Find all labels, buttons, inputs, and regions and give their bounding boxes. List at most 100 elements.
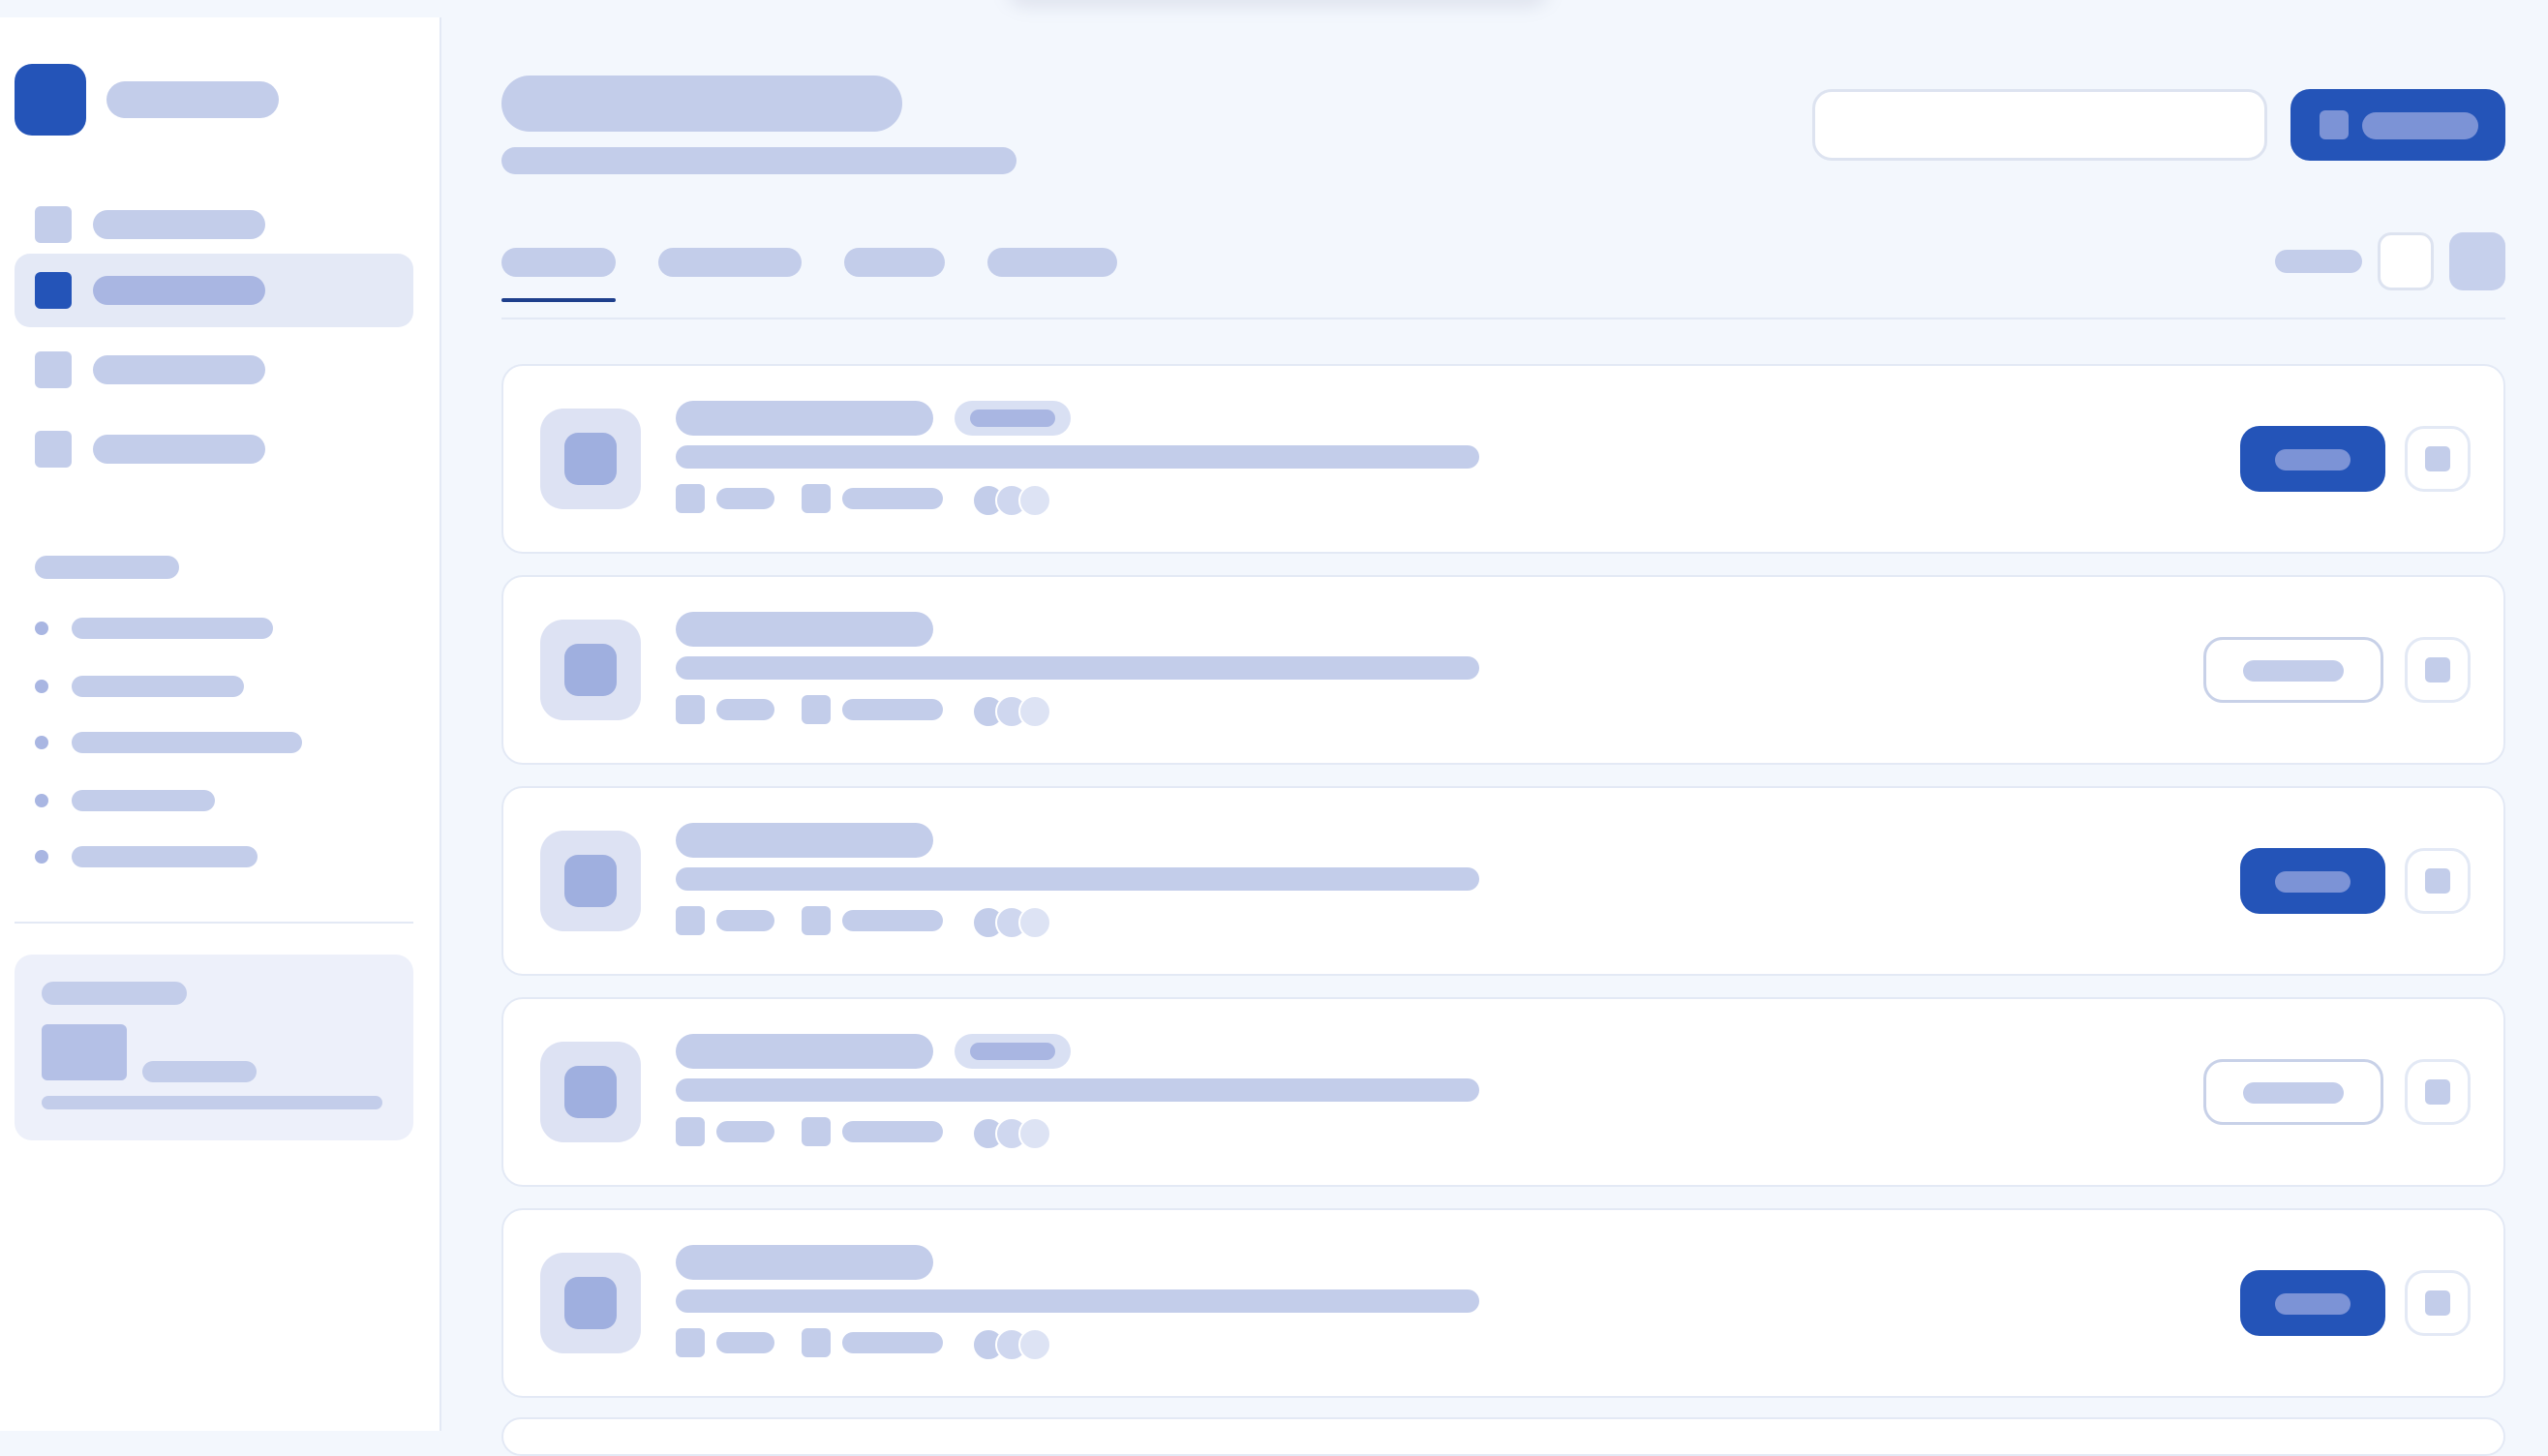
card-thumbnail: [540, 409, 641, 509]
card-description-placeholder: [676, 1289, 1479, 1313]
meta-value-placeholder: [716, 1121, 774, 1142]
card-title-placeholder: [676, 612, 933, 647]
sub-item-label-placeholder: [72, 618, 273, 639]
card-more-button[interactable]: [2405, 637, 2471, 703]
meta-icon: [802, 484, 831, 513]
card-description-placeholder: [676, 656, 1479, 680]
list-card-partial[interactable]: [501, 1417, 2505, 1456]
card-thumbnail: [540, 1253, 641, 1353]
button-label-placeholder: [2243, 1082, 2344, 1104]
sidebar-sub-item-5[interactable]: [27, 836, 318, 875]
list-card[interactable]: [501, 786, 2505, 976]
sort-label-placeholder[interactable]: [2275, 250, 2362, 273]
card-primary-action-button[interactable]: [2240, 1270, 2385, 1336]
list-card[interactable]: [501, 575, 2505, 765]
status-badge: [955, 1034, 1071, 1069]
page-subtitle-placeholder: [501, 147, 1016, 174]
card-more-button[interactable]: [2405, 426, 2471, 492]
grid-view-toggle[interactable]: [2449, 232, 2505, 290]
meta-value-placeholder: [716, 699, 774, 720]
card-more-button[interactable]: [2405, 1059, 2471, 1125]
list-card[interactable]: [501, 364, 2505, 554]
avatar: [1018, 695, 1051, 728]
status-badge: [955, 401, 1071, 436]
sidebar-divider: [15, 922, 413, 924]
tab-2[interactable]: [658, 248, 802, 277]
nav-item-label-placeholder: [93, 210, 265, 239]
more-icon: [2425, 446, 2450, 471]
logo-icon[interactable]: [15, 64, 86, 136]
thumbnail-icon: [564, 855, 617, 907]
meta-icon: [802, 695, 831, 724]
sidebar-sub-item-3[interactable]: [27, 722, 318, 761]
card-heading-placeholder: [42, 982, 187, 1005]
meta-icon: [802, 1117, 831, 1146]
plus-icon: [2320, 110, 2349, 139]
meta-icon: [676, 906, 705, 935]
meta-value-placeholder: [842, 699, 943, 720]
card-thumbnail: [540, 831, 641, 931]
sidebar-sub-item-2[interactable]: [27, 666, 318, 705]
card-primary-action-button[interactable]: [2240, 848, 2385, 914]
card-image-placeholder: [42, 1024, 127, 1080]
section-heading-placeholder: [35, 556, 179, 579]
meta-icon: [676, 1328, 705, 1357]
list-card[interactable]: [501, 1208, 2505, 1398]
card-title-placeholder: [676, 1034, 933, 1069]
meta-value-placeholder: [716, 488, 774, 509]
primary-action-button[interactable]: [2290, 89, 2505, 161]
tab-3[interactable]: [844, 248, 945, 277]
list-card[interactable]: [501, 997, 2505, 1187]
avatar: [1018, 484, 1051, 517]
card-more-button[interactable]: [2405, 848, 2471, 914]
button-label-placeholder: [2275, 1293, 2351, 1315]
nav-item-icon: [35, 206, 72, 243]
card-value-placeholder: [142, 1061, 257, 1082]
top-strip: [0, 0, 441, 17]
button-label-placeholder: [2243, 660, 2344, 682]
sidebar-sub-item-4[interactable]: [27, 780, 318, 819]
sidebar-sub-item-1[interactable]: [27, 608, 318, 647]
card-title-placeholder: [676, 1245, 933, 1280]
avatar: [1018, 906, 1051, 939]
tab-4[interactable]: [987, 248, 1117, 277]
tabs-divider: [501, 318, 2505, 319]
button-label-placeholder: [2275, 871, 2351, 893]
card-primary-action-button[interactable]: [2240, 426, 2385, 492]
card-secondary-action-button[interactable]: [2203, 637, 2383, 703]
sidebar-nav-item-2-active[interactable]: [15, 254, 413, 327]
meta-value-placeholder: [842, 488, 943, 509]
card-secondary-action-button[interactable]: [2203, 1059, 2383, 1125]
nav-item-label-placeholder: [93, 276, 265, 305]
card-thumbnail: [540, 1042, 641, 1142]
card-thumbnail: [540, 620, 641, 720]
meta-value-placeholder: [716, 910, 774, 931]
search-input[interactable]: [1812, 89, 2267, 161]
card-description-placeholder: [676, 867, 1479, 891]
meta-value-placeholder: [842, 1121, 943, 1142]
card-description-placeholder: [676, 445, 1479, 469]
meta-value-placeholder: [842, 910, 943, 931]
sidebar-nav-item-1[interactable]: [15, 188, 413, 261]
meta-icon: [802, 1328, 831, 1357]
sidebar-summary-card[interactable]: [15, 955, 413, 1140]
nav-item-label-placeholder: [93, 435, 265, 464]
sidebar-nav-item-4[interactable]: [15, 412, 413, 486]
nav-item-label-placeholder: [93, 355, 265, 384]
tab-1[interactable]: [501, 248, 616, 277]
more-icon: [2425, 1290, 2450, 1316]
meta-icon: [676, 1117, 705, 1146]
card-title-placeholder: [676, 401, 933, 436]
meta-icon: [676, 484, 705, 513]
active-tab-indicator: [501, 298, 616, 302]
meta-icon: [676, 695, 705, 724]
avatar: [1018, 1328, 1051, 1361]
nav-item-icon: [35, 272, 72, 309]
list-view-toggle[interactable]: [2378, 232, 2434, 290]
button-label-placeholder: [2362, 112, 2478, 139]
card-more-button[interactable]: [2405, 1270, 2471, 1336]
sidebar-nav-item-3[interactable]: [15, 333, 413, 407]
badge-label-placeholder: [970, 410, 1055, 427]
bullet-dot-icon: [35, 680, 48, 693]
bullet-dot-icon: [35, 794, 48, 807]
